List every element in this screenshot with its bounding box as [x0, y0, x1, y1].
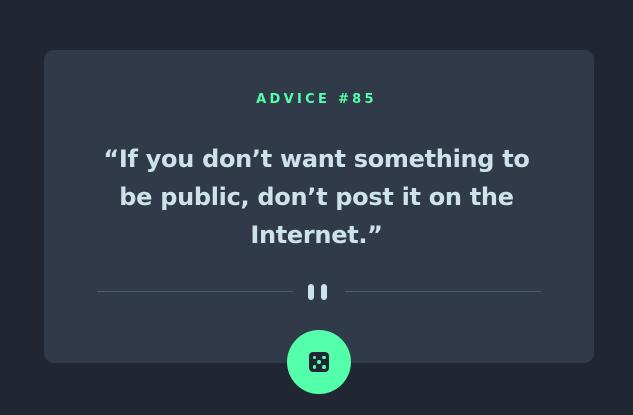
app-stage: ADVICE #85 “If you don’t want something … — [0, 0, 633, 415]
advice-quote-line: “If you don’t want something to — [103, 145, 530, 173]
pattern-divider — [97, 282, 541, 302]
pause-icon — [307, 284, 331, 300]
advice-quote-line: be public, don’t post it on the — [119, 183, 514, 211]
advice-quote-line: Internet.” — [250, 221, 383, 249]
divider-line-left — [97, 291, 293, 292]
advice-quote: “If you don’t want something to be publi… — [0, 140, 633, 254]
advice-number-label: ADVICE #85 — [256, 92, 377, 107]
divider-line-right — [345, 291, 541, 292]
generate-advice-button[interactable] — [287, 330, 351, 394]
dice-icon — [309, 352, 329, 372]
